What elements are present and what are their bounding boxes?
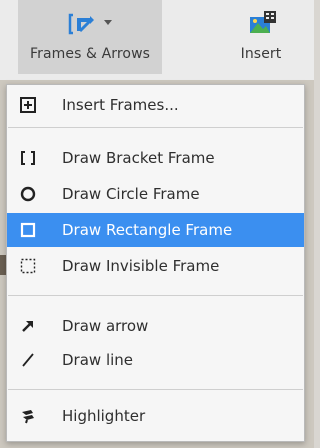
menu-item-draw-arrow[interactable]: Draw arrow	[7, 309, 304, 343]
chevron-down-icon	[104, 20, 112, 25]
menu-separator	[8, 127, 303, 128]
menu-item-label: Draw line	[62, 351, 134, 369]
invisible-frame-icon	[20, 258, 36, 274]
arrow-icon	[22, 321, 33, 332]
menu-separator	[8, 295, 303, 296]
menu-item-draw-circle-frame[interactable]: Draw Circle Frame	[7, 177, 304, 211]
highlighter-icon	[22, 410, 34, 424]
menu-item-label: Draw Rectangle Frame	[62, 221, 233, 239]
menu-item-insert-frames[interactable]: Insert Frames...	[7, 88, 304, 122]
frames-arrows-label: Frames & Arrows	[29, 46, 151, 62]
menu-item-label: Draw arrow	[62, 317, 149, 335]
circle-frame-icon	[20, 186, 36, 202]
add-frame-icon	[20, 97, 36, 113]
insert-label: Insert	[240, 46, 282, 62]
menu-item-draw-line[interactable]: Draw line	[7, 343, 304, 377]
rectangle-frame-icon	[20, 222, 36, 238]
line-icon	[22, 353, 34, 367]
frames-arrows-menu: Insert Frames... Draw Bracket Frame Draw…	[6, 84, 305, 442]
bracket-frame-icon	[21, 151, 35, 165]
menu-item-label: Draw Invisible Frame	[62, 257, 220, 275]
menu-separator	[8, 389, 303, 390]
menu-item-draw-bracket-frame[interactable]: Draw Bracket Frame	[7, 141, 304, 175]
toolbar: Frames & Arrows Insert	[0, 0, 314, 80]
menu-item-label: Draw Bracket Frame	[62, 149, 215, 167]
menu-item-label: Highlighter	[62, 407, 146, 425]
menu-item-draw-invisible-frame[interactable]: Draw Invisible Frame	[7, 249, 304, 283]
insert-button[interactable]: Insert	[228, 0, 294, 74]
menu-item-label: Insert Frames...	[62, 96, 179, 114]
insert-image-icon	[250, 11, 276, 33]
frames-arrows-button[interactable]: Frames & Arrows	[18, 0, 162, 74]
menu-item-label: Draw Circle Frame	[62, 185, 200, 203]
frames-arrows-icon	[68, 13, 94, 35]
menu-item-highlighter[interactable]: Highlighter	[7, 399, 304, 433]
menu-item-draw-rectangle-frame[interactable]: Draw Rectangle Frame	[7, 213, 304, 247]
